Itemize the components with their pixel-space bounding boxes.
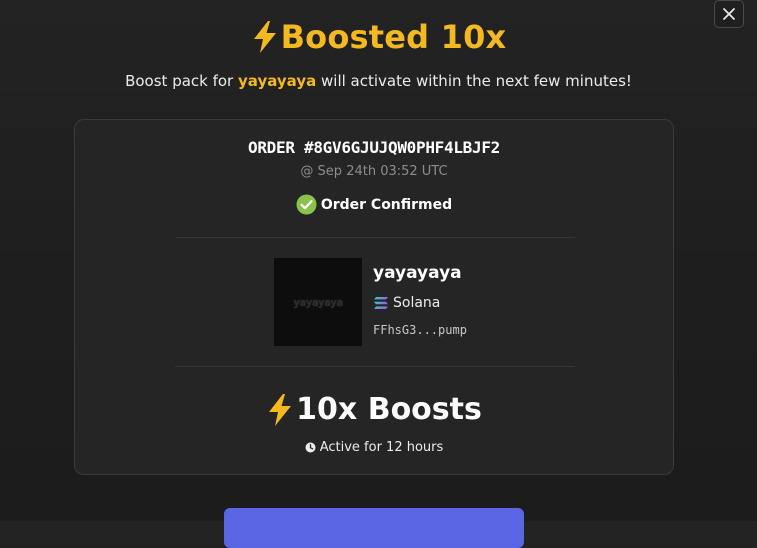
subtitle-prefix: Boost pack for xyxy=(125,72,234,90)
order-id: ORDER #8GV6GJUJQW0PHF4LBJF2 xyxy=(248,138,500,157)
token-address[interactable]: FFhsG3...pump xyxy=(373,323,467,337)
subtitle-token-name: yayayaya xyxy=(238,72,317,90)
order-card: ORDER #8GV6GJUJQW0PHF4LBJF2 @ Sep 24th 0… xyxy=(74,119,674,475)
solana-icon xyxy=(374,297,388,309)
modal-title: Boosted 10x xyxy=(0,18,757,56)
modal-title-text: Boosted 10x xyxy=(280,18,507,56)
order-timestamp: @ Sep 24th 03:52 UTC xyxy=(300,164,448,179)
boost-duration: Active for 12 hours xyxy=(75,440,673,455)
order-status: Order Confirmed xyxy=(75,194,673,215)
boost-duration-label: Active for 12 hours xyxy=(319,440,444,455)
divider xyxy=(175,237,575,238)
boost-label: 10x Boosts xyxy=(296,392,482,427)
boost-summary: 10x Boosts xyxy=(75,392,673,427)
primary-action-button[interactable] xyxy=(224,508,524,548)
token-name: yayayaya xyxy=(373,263,462,283)
divider xyxy=(175,366,575,367)
subtitle-suffix: will activate within the next few minute… xyxy=(321,72,632,90)
clock-icon xyxy=(305,442,316,453)
order-status-label: Order Confirmed xyxy=(320,196,453,213)
lightning-bolt-icon xyxy=(269,393,292,426)
token-image: yayayaya xyxy=(274,258,362,346)
token-chain: Solana xyxy=(373,295,440,311)
subtitle: Boost pack for yayayaya will activate wi… xyxy=(0,72,757,90)
check-circle-icon xyxy=(296,194,317,215)
token-image-text: yayayaya xyxy=(293,295,343,309)
token-chain-label: Solana xyxy=(393,295,441,311)
lightning-bolt-icon xyxy=(253,21,276,53)
